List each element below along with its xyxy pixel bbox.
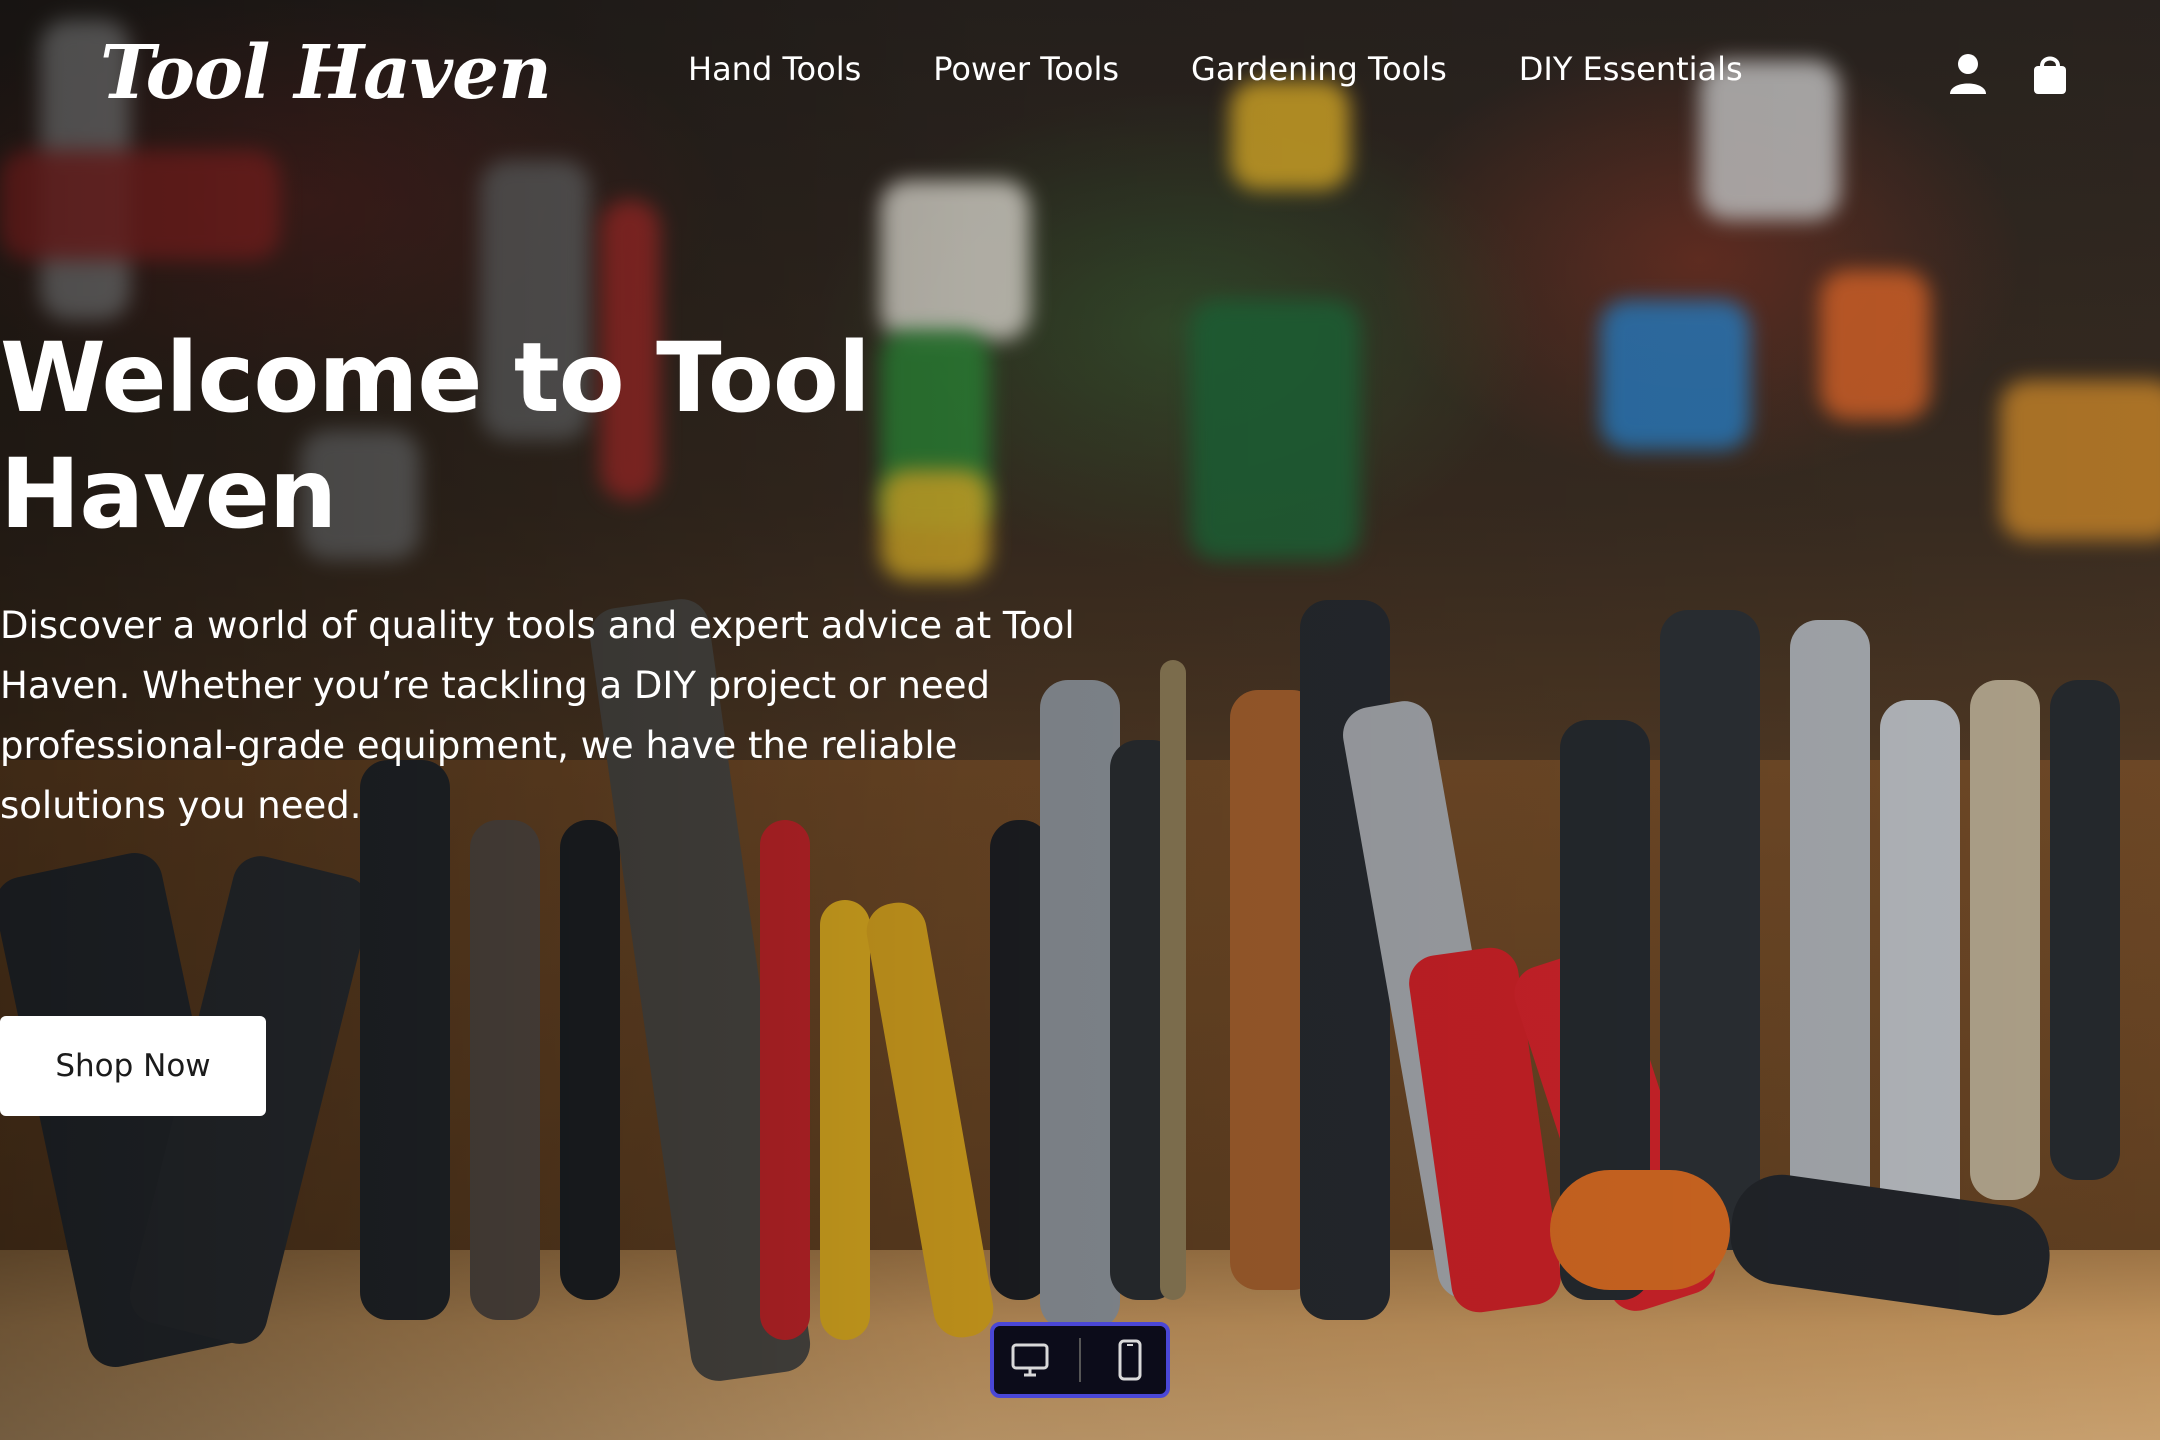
nav-item-diy-essentials[interactable]: DIY Essentials <box>1519 50 1743 88</box>
main-nav: Hand Tools Power Tools Gardening Tools D… <box>688 50 1743 88</box>
site-logo[interactable]: Tool Haven <box>100 30 552 116</box>
shop-now-button[interactable]: Shop Now <box>0 1016 266 1116</box>
nav-item-gardening-tools[interactable]: Gardening Tools <box>1191 50 1447 88</box>
nav-item-hand-tools[interactable]: Hand Tools <box>688 50 861 88</box>
header-actions <box>1948 52 2070 96</box>
shopping-bag-icon[interactable] <box>2030 52 2070 96</box>
phone-icon <box>1118 1339 1142 1381</box>
nav-item-power-tools[interactable]: Power Tools <box>933 50 1119 88</box>
toggle-divider <box>1078 1338 1081 1382</box>
monitor-icon <box>1011 1343 1049 1377</box>
device-preview-toggle <box>990 1322 1170 1398</box>
desktop-view-button[interactable] <box>1006 1336 1054 1384</box>
user-icon[interactable] <box>1948 52 1988 96</box>
mobile-view-button[interactable] <box>1106 1336 1154 1384</box>
hero-title: Welcome to Tool Haven <box>0 322 871 550</box>
hero-description: Discover a world of quality tools and ex… <box>0 604 1075 827</box>
